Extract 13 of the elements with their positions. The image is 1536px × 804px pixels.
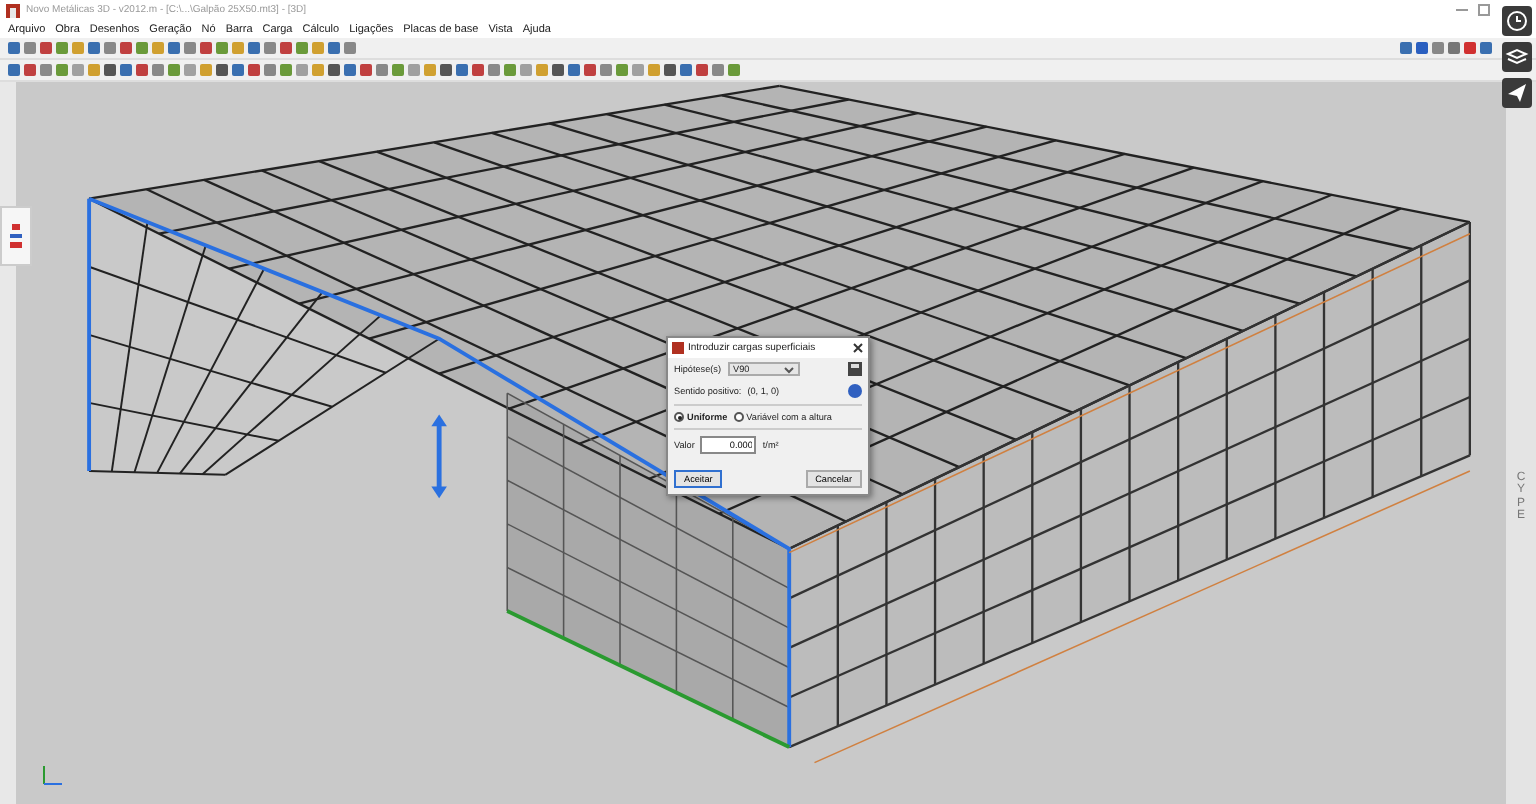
app-icon (6, 3, 20, 17)
clock-icon[interactable] (1502, 6, 1532, 36)
save-icon[interactable] (848, 362, 862, 376)
send-icon[interactable] (1502, 78, 1532, 108)
dialog-icon (672, 342, 684, 354)
close-icon[interactable] (852, 342, 864, 354)
layers-icon[interactable] (1502, 42, 1532, 72)
load-tool-icon[interactable] (8, 222, 24, 250)
axis-icon (40, 764, 64, 788)
minimize-icon[interactable] (1454, 4, 1470, 16)
caret-icon (783, 365, 793, 373)
maximize-icon[interactable] (1476, 4, 1492, 16)
info-icon[interactable] (848, 384, 862, 398)
